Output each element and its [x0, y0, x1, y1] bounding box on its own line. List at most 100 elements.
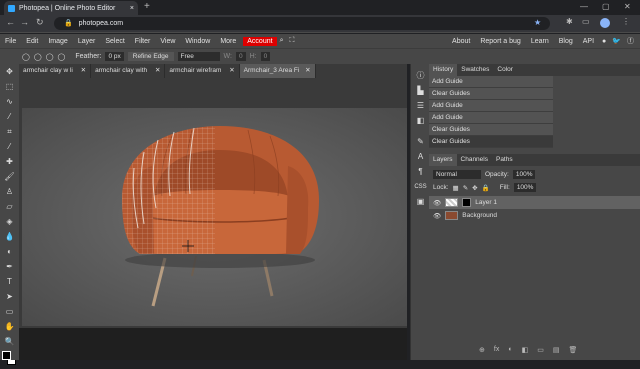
character-icon[interactable]: A: [411, 149, 430, 164]
css-icon[interactable]: CSS: [411, 179, 430, 194]
delete-layer-icon[interactable]: 🗑: [568, 346, 577, 354]
lasso-tool-icon[interactable]: ∿: [0, 94, 19, 109]
link-layers-icon[interactable]: ⊕: [479, 346, 485, 354]
image-canvas[interactable]: [22, 108, 407, 326]
layer-row-background[interactable]: 👁 Background: [429, 209, 640, 222]
eraser-icon[interactable]: ▱: [0, 199, 19, 214]
menu-edit[interactable]: Edit: [21, 38, 43, 45]
history-item[interactable]: Clear Guides: [429, 88, 553, 100]
link-api[interactable]: API: [578, 38, 599, 45]
chrome-menu-icon[interactable]: ⋮: [622, 17, 630, 26]
link-blog[interactable]: Blog: [554, 38, 578, 45]
height-input[interactable]: 0: [260, 52, 271, 61]
selection-subtract-icon[interactable]: ◯: [46, 53, 54, 61]
menu-view[interactable]: View: [155, 38, 180, 45]
back-icon[interactable]: ←: [6, 17, 15, 27]
doc-tab-2[interactable]: armchair clay with ✕: [91, 64, 166, 78]
reddit-icon[interactable]: ●: [599, 38, 609, 45]
new-tab-button[interactable]: +: [144, 1, 150, 12]
sidebar-icon[interactable]: ▭: [582, 17, 590, 26]
menu-more[interactable]: More: [215, 38, 241, 45]
layer-effects-icon[interactable]: fx: [494, 346, 499, 354]
lock-transparency-icon[interactable]: ▦: [453, 184, 459, 192]
type-tool-icon[interactable]: T: [0, 274, 19, 289]
link-report-bug[interactable]: Report a bug: [475, 38, 525, 45]
paint-bucket-icon[interactable]: ◈: [0, 214, 19, 229]
lock-position-icon[interactable]: ✥: [472, 184, 477, 192]
selection-intersect-icon[interactable]: ◯: [58, 53, 66, 61]
style-select[interactable]: Free: [177, 52, 220, 61]
doc-tab-1[interactable]: armchair clay w li ✕: [19, 64, 92, 78]
doc-tab-3[interactable]: armchair wirefram ✕: [165, 64, 240, 78]
add-mask-icon[interactable]: ◧: [522, 346, 529, 354]
brush-tool-icon[interactable]: 🖌: [0, 169, 19, 184]
close-tab-icon[interactable]: ×: [130, 5, 134, 12]
account-button[interactable]: Account: [243, 36, 277, 46]
menu-layer[interactable]: Layer: [73, 38, 101, 45]
minimize-icon[interactable]: —: [580, 2, 588, 11]
clone-stamp-icon[interactable]: ♙: [0, 184, 19, 199]
lock-all-icon[interactable]: 🔒: [482, 184, 490, 192]
adjustments-icon[interactable]: ◧: [411, 113, 430, 128]
opacity-input[interactable]: 100%: [512, 170, 536, 179]
magic-wand-icon[interactable]: ⁄: [0, 109, 19, 124]
new-group-icon[interactable]: ▭: [537, 346, 544, 354]
blur-tool-icon[interactable]: 💧: [0, 229, 19, 244]
close-doc-icon[interactable]: ✕: [305, 67, 310, 74]
search-icon[interactable]: ⌕: [277, 37, 287, 45]
maximize-icon[interactable]: ▢: [602, 2, 610, 11]
brush-settings-icon[interactable]: ✎: [411, 134, 430, 149]
layer-row-layer-1[interactable]: 👁 Layer 1: [429, 196, 640, 209]
history-item[interactable]: Clear Guides: [429, 124, 553, 136]
image-icon[interactable]: ▣: [411, 194, 430, 209]
width-input[interactable]: 0: [235, 52, 246, 61]
path-select-icon[interactable]: ➤: [0, 289, 19, 304]
paragraph-icon[interactable]: ¶: [411, 164, 430, 179]
tab-swatches[interactable]: Swatches: [457, 64, 493, 76]
tab-color[interactable]: Color: [493, 64, 517, 76]
visibility-eye-icon[interactable]: 👁: [433, 199, 441, 207]
menu-filter[interactable]: Filter: [130, 38, 156, 45]
reload-icon[interactable]: ↻: [36, 17, 44, 28]
hand-tool-icon[interactable]: ✋: [0, 319, 19, 334]
close-doc-icon[interactable]: ✕: [229, 67, 234, 74]
profile-avatar[interactable]: [600, 18, 610, 28]
selection-new-icon[interactable]: ◯: [22, 53, 30, 61]
info-icon[interactable]: ⓘ: [411, 68, 430, 83]
lock-pixels-icon[interactable]: ✎: [463, 184, 468, 192]
move-tool-icon[interactable]: ✥: [0, 64, 19, 79]
crop-tool-icon[interactable]: ⌗: [0, 124, 19, 139]
refine-edge-button[interactable]: Refine Edge: [127, 52, 174, 61]
link-learn[interactable]: Learn: [526, 38, 554, 45]
new-layer-icon[interactable]: ▤: [553, 346, 560, 354]
eyedropper-icon[interactable]: ⁄: [0, 139, 19, 154]
properties-icon[interactable]: ☰: [411, 98, 430, 113]
bookmark-star-icon[interactable]: ★: [534, 18, 541, 27]
visibility-eye-icon[interactable]: 👁: [433, 212, 441, 220]
adjustment-layer-icon[interactable]: ◐: [508, 346, 512, 354]
foreground-color[interactable]: [2, 351, 11, 360]
feather-input[interactable]: 0 px: [105, 52, 124, 61]
selection-add-icon[interactable]: ◯: [34, 53, 42, 61]
layer-mask-thumbnail[interactable]: [462, 198, 472, 207]
fullscreen-icon[interactable]: ⛶: [286, 37, 297, 45]
link-about[interactable]: About: [447, 38, 475, 45]
close-doc-icon[interactable]: ✕: [81, 67, 86, 74]
close-window-icon[interactable]: ✕: [624, 2, 631, 11]
facebook-icon[interactable]: ⓕ: [624, 36, 640, 46]
menu-file[interactable]: File: [0, 38, 21, 45]
browser-tab[interactable]: Photopea | Online Photo Editor ×: [4, 1, 138, 15]
history-item[interactable]: Add Guide: [429, 100, 553, 112]
history-item[interactable]: Add Guide: [429, 76, 553, 88]
healing-brush-icon[interactable]: ✚: [0, 154, 19, 169]
tab-channels[interactable]: Channels: [457, 154, 492, 166]
menu-window[interactable]: Window: [180, 38, 215, 45]
histogram-icon[interactable]: ▙: [411, 83, 430, 98]
menu-select[interactable]: Select: [100, 38, 129, 45]
blend-mode-select[interactable]: Normal: [433, 170, 481, 179]
history-item[interactable]: Clear Guides: [429, 136, 553, 148]
fill-input[interactable]: 100%: [513, 183, 537, 192]
shape-tool-icon[interactable]: ▭: [0, 304, 19, 319]
dodge-tool-icon[interactable]: ◐: [0, 244, 19, 259]
tab-paths[interactable]: Paths: [492, 154, 517, 166]
